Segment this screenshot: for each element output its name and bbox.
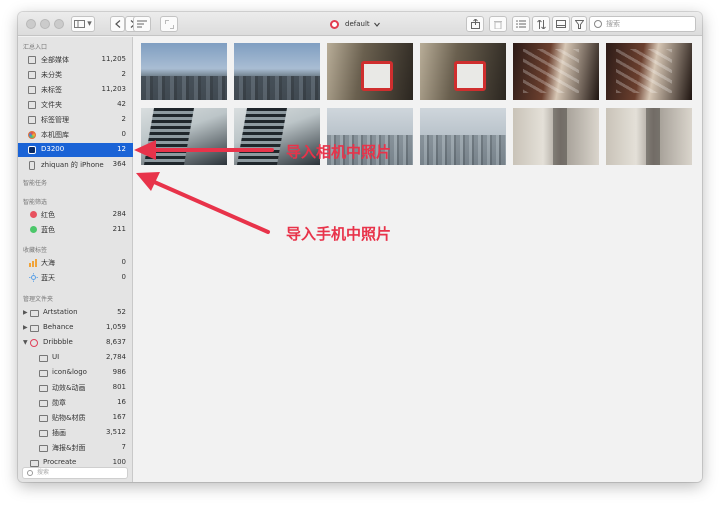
annotation-arrows [134,140,274,234]
arrowhead-camera [134,140,156,160]
annotation-phone-import: 导入手机中照片 [286,225,392,243]
annotation-camera-import: 导入相机中照片 [286,143,392,161]
arrow-to-phone [150,179,270,234]
